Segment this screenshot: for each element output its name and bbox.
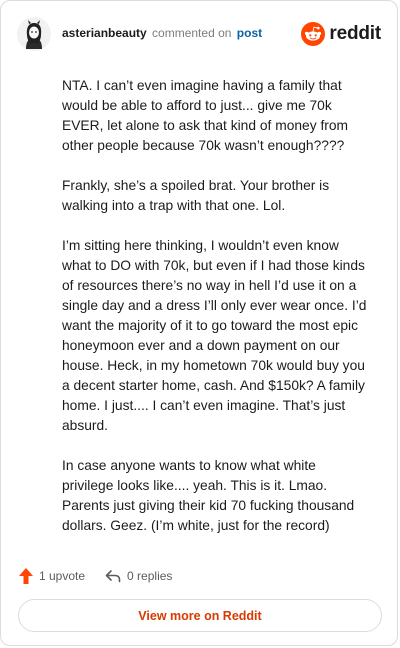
comment-meta: asterianbeauty commented on post (62, 26, 262, 40)
avatar-image (17, 17, 51, 51)
comment-paragraph: NTA. I can’t even imagine having a famil… (62, 78, 349, 153)
reddit-snoo-icon (301, 22, 326, 46)
action-text: commented on (152, 26, 232, 40)
upvote-button[interactable]: 1 upvote (19, 568, 85, 584)
upvote-arrow-icon (19, 568, 33, 584)
view-more-button[interactable]: View more on Reddit (18, 599, 382, 632)
comment-paragraph: In case anyone wants to know what white … (62, 458, 355, 533)
username-link[interactable]: asterianbeauty (62, 26, 147, 40)
comment-embed-card: asterianbeauty commented on post reddit … (0, 0, 398, 646)
comment-actions: 1 upvote 0 replies (19, 567, 172, 585)
replies-count: 0 replies (127, 569, 173, 583)
replies-button[interactable]: 0 replies (105, 569, 172, 583)
reddit-wordmark: reddit (329, 23, 381, 44)
avatar[interactable] (17, 17, 51, 51)
reply-arrow-icon (105, 570, 121, 583)
reddit-logo[interactable]: reddit (301, 21, 381, 47)
comment-header: asterianbeauty commented on post reddit (17, 17, 381, 53)
comment-body: NTA. I can’t even imagine having a famil… (62, 76, 368, 556)
comment-paragraph: I’m sitting here thinking, I wouldn’t ev… (62, 238, 367, 433)
post-link[interactable]: post (237, 26, 262, 40)
upvote-count: 1 upvote (39, 569, 86, 583)
comment-paragraph: Frankly, she’s a spoiled brat. Your brot… (62, 178, 330, 213)
